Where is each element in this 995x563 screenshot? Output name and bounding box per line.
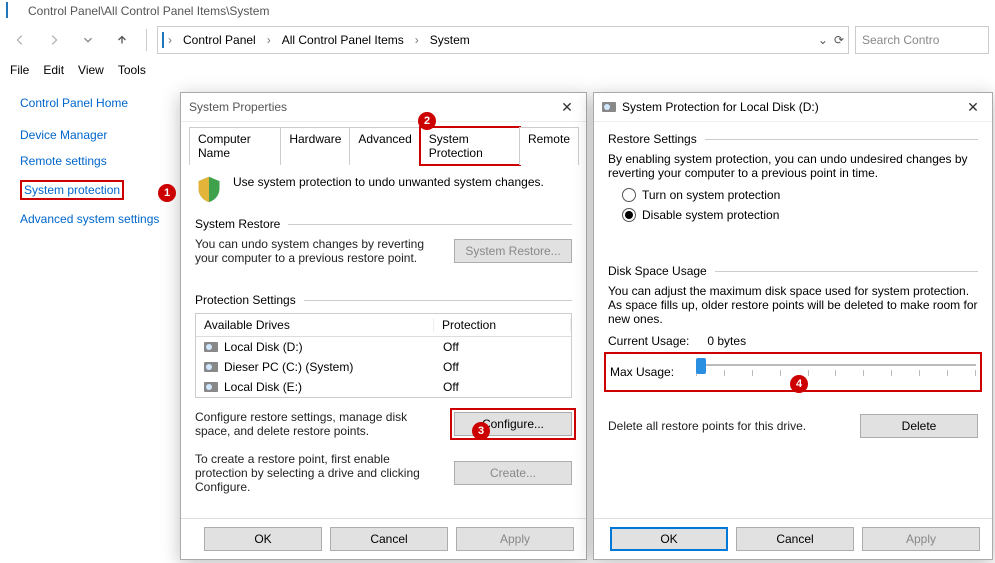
ok-button[interactable]: OK [610,527,728,551]
sidebar-item-home[interactable]: Control Panel Home [20,96,192,110]
nav-back-button[interactable] [6,26,34,54]
system-icon [162,33,164,47]
nav-up-button[interactable] [108,26,136,54]
menu-edit[interactable]: Edit [43,63,64,77]
shield-icon [195,175,223,203]
apply-button[interactable]: Apply [862,527,980,551]
search-placeholder: Search Contro [862,33,939,47]
address-bar[interactable]: › Control Panel › All Control Panel Item… [157,26,849,54]
drives-table: Available Drives Protection Local Disk (… [195,313,572,398]
sidebar-item-device-manager[interactable]: Device Manager [20,128,192,142]
hdd-icon [204,342,218,352]
search-input[interactable]: Search Contro [855,26,989,54]
separator [146,29,147,51]
configure-description: Configure restore settings, manage disk … [195,410,444,438]
create-description: To create a restore point, first enable … [195,452,444,494]
refresh-icon[interactable]: ⟳ [834,33,844,47]
current-usage-label: Current Usage: [608,334,689,348]
radio-turn-on[interactable]: Turn on system protection [622,188,978,202]
tab-advanced[interactable]: Advanced [349,127,420,165]
chevron-down-icon[interactable]: ⌄ [818,33,828,47]
tab-system-protection[interactable]: System Protection [420,127,520,165]
slider-thumb-icon[interactable] [696,358,706,374]
nav-dropdown-button[interactable] [74,26,102,54]
menu-tools[interactable]: Tools [118,63,146,77]
close-icon[interactable]: ✕ [556,99,578,116]
hdd-icon [602,102,616,112]
group-system-restore: System Restore [195,217,572,231]
system-restore-button[interactable]: System Restore... [454,239,572,263]
dialog-title: System Protection for Local Disk (D:) [622,100,819,114]
delete-description: Delete all restore points for this drive… [608,419,850,433]
sidebar: Control Panel Home Device Manager Remote… [0,82,202,248]
max-usage-slider[interactable] [696,358,976,386]
sidebar-item-remote[interactable]: Remote settings [20,154,192,168]
annotation-badge-4: 4 [790,375,808,393]
dialog-titlebar: System Properties ✕ [181,93,586,122]
tab-computer-name[interactable]: Computer Name [189,127,281,165]
chevron-right-icon: › [415,33,419,47]
restore-description: By enabling system protection, you can u… [608,152,978,180]
group-protection-settings: Protection Settings [195,293,572,307]
menu-bar: File Edit View Tools [0,58,995,82]
create-button[interactable]: Create... [454,461,572,485]
drive-row[interactable]: Local Disk (E:) Off [196,377,571,397]
nav-row: › Control Panel › All Control Panel Item… [0,22,995,58]
window-title: Control Panel\All Control Panel Items\Sy… [28,4,269,18]
menu-file[interactable]: File [10,63,29,77]
annotation-badge-1: 1 [158,184,176,202]
system-icon [6,3,22,19]
current-usage-value: 0 bytes [707,334,746,348]
tab-hardware[interactable]: Hardware [280,127,350,165]
ok-button[interactable]: OK [204,527,322,551]
radio-icon [622,188,636,202]
radio-disable[interactable]: Disable system protection [622,208,978,222]
restore-description: You can undo system changes by reverting… [195,237,444,265]
sidebar-item-system-protection[interactable]: System protection [20,180,124,200]
tab-remote[interactable]: Remote [519,127,579,165]
max-usage-label: Max Usage: [610,365,682,379]
hdd-icon [204,362,218,372]
radio-icon [622,208,636,222]
cancel-button[interactable]: Cancel [736,527,854,551]
chevron-right-icon: › [267,33,271,47]
disk-description: You can adjust the maximum disk space us… [608,284,978,326]
breadcrumb-item[interactable]: System [423,30,477,50]
menu-view[interactable]: View [78,63,104,77]
delete-button[interactable]: Delete [860,414,978,438]
dialog-tabs: Computer Name Hardware Advanced System P… [189,126,578,165]
close-icon[interactable]: ✕ [962,99,984,116]
group-disk-space: Disk Space Usage [608,264,978,278]
breadcrumb-item[interactable]: Control Panel [176,30,263,50]
dialog-titlebar: System Protection for Local Disk (D:) ✕ [594,93,992,122]
sidebar-item-advanced[interactable]: Advanced system settings [20,212,192,226]
window-titlebar: Control Panel\All Control Panel Items\Sy… [0,0,995,22]
dialog-title: System Properties [189,100,287,114]
intro-text: Use system protection to undo unwanted s… [233,175,544,203]
drives-header-name[interactable]: Available Drives [196,318,434,332]
drives-header-prot[interactable]: Protection [434,318,571,332]
annotation-badge-3: 3 [472,422,490,440]
drive-row[interactable]: Local Disk (D:) Off [196,337,571,357]
chevron-right-icon: › [168,33,172,47]
system-properties-dialog: System Properties ✕ Computer Name Hardwa… [180,92,587,560]
nav-forward-button[interactable] [40,26,68,54]
cancel-button[interactable]: Cancel [330,527,448,551]
apply-button[interactable]: Apply [456,527,574,551]
system-protection-dialog: System Protection for Local Disk (D:) ✕ … [593,92,993,560]
hdd-icon [204,382,218,392]
group-restore-settings: Restore Settings [608,132,978,146]
annotation-badge-2: 2 [418,112,436,130]
breadcrumb-item[interactable]: All Control Panel Items [275,30,411,50]
drive-row[interactable]: Dieser PC (C:) (System) Off [196,357,571,377]
